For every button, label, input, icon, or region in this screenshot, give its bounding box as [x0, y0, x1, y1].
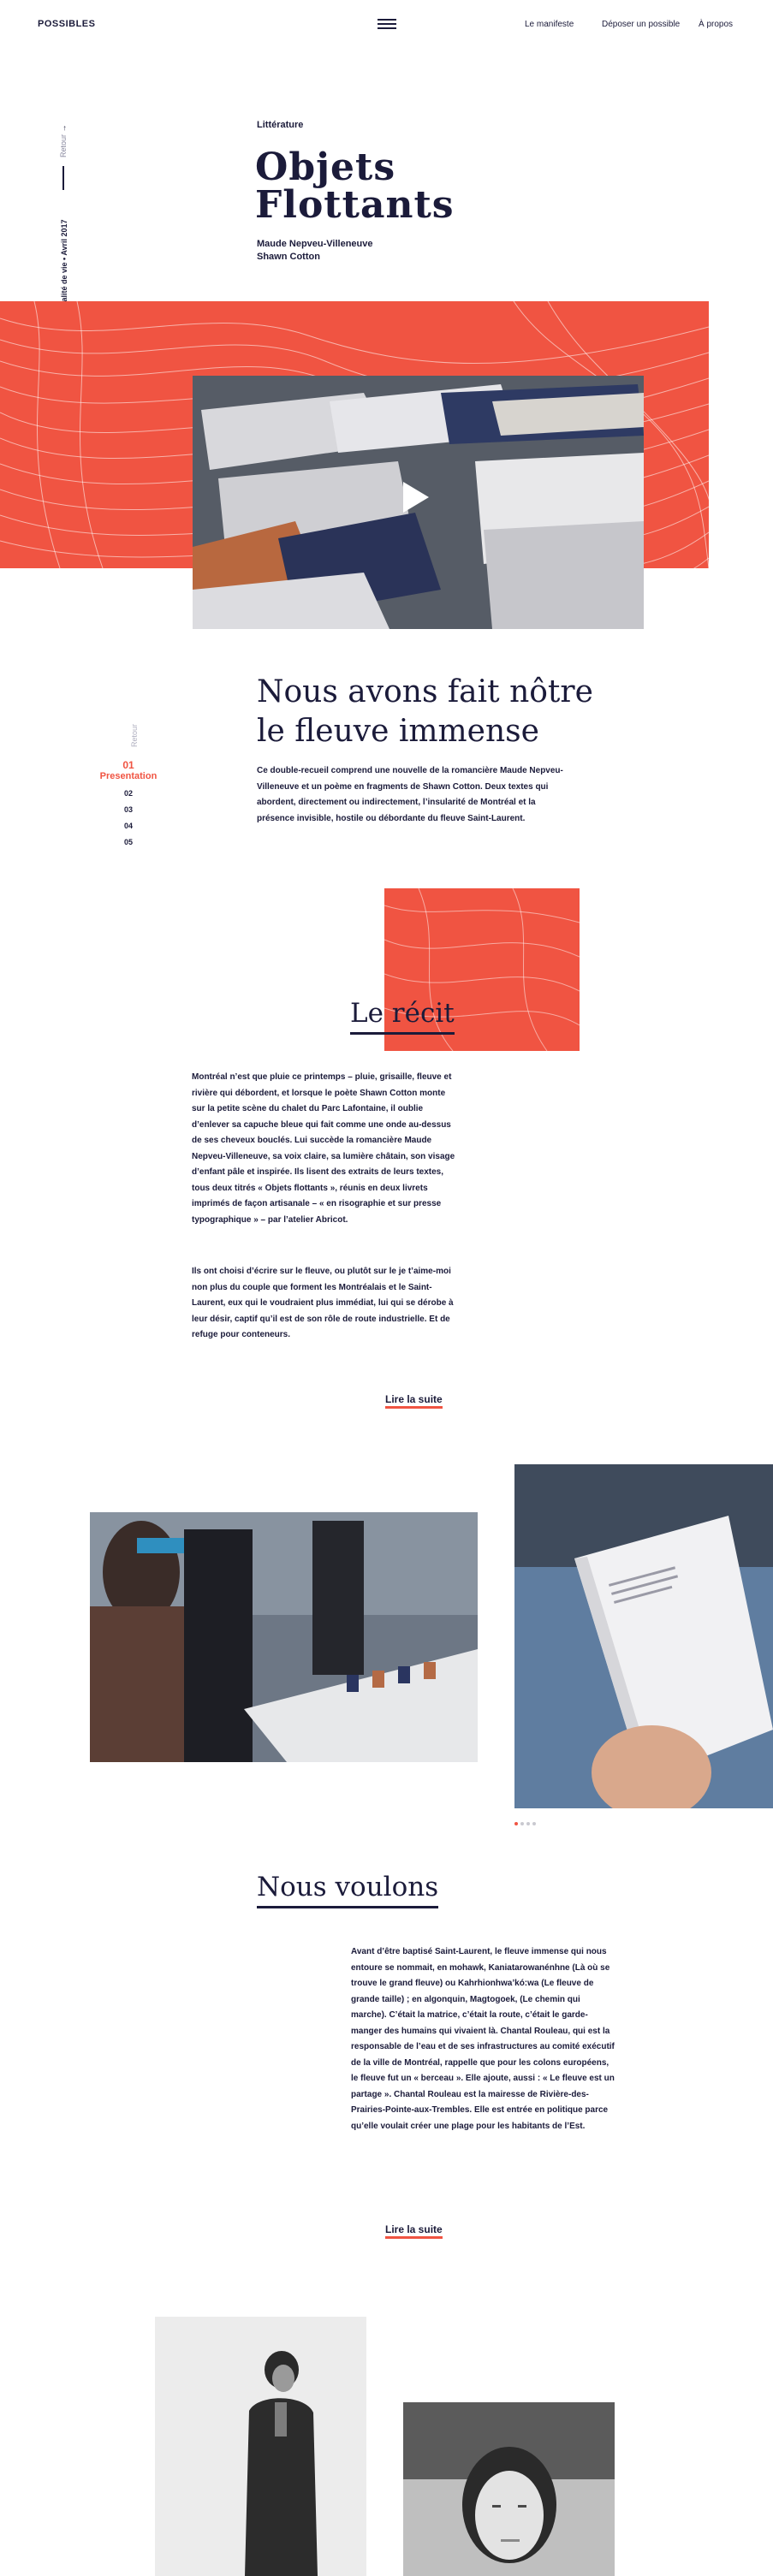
read-more-link[interactable]: Lire la suite	[385, 1393, 443, 1409]
carousel-dot[interactable]	[532, 1822, 536, 1825]
divider-line	[62, 166, 64, 190]
recit-heading: Le récit	[350, 996, 455, 1035]
carousel-dots	[514, 1814, 538, 1830]
hero-video[interactable]	[193, 376, 644, 629]
nav-a-propos[interactable]: À propos	[699, 20, 733, 29]
intro-paragraph: Ce double-recueil comprend une nouvelle …	[257, 766, 563, 823]
section-current-number[interactable]: 01	[86, 759, 171, 771]
back-link[interactable]: Retour →	[59, 124, 68, 157]
authors: Maude Nepveu-Villeneuve Shawn Cotton	[257, 238, 373, 264]
author-portrait	[155, 2317, 366, 2576]
event-photo	[90, 1512, 478, 1762]
section-nav-item[interactable]: 04	[86, 822, 171, 830]
section-nav: Retour 01 Presentation 02 03 04 05	[86, 715, 171, 846]
article-meta: Qualité de vie • Avril 2017	[60, 219, 68, 312]
author-name: Maude Nepveu-Villeneuve	[257, 239, 373, 249]
gallery-photo[interactable]	[514, 1464, 773, 1808]
category-label: Littérature	[257, 120, 304, 130]
portrait-photo	[403, 2402, 615, 2576]
book-photo	[514, 1464, 773, 1808]
intro-heading: Nous avons fait nôtre le fleuve immense	[257, 674, 593, 749]
nav-manifeste[interactable]: Le manifeste	[525, 20, 574, 29]
carousel-dot[interactable]	[514, 1822, 518, 1825]
menu-icon[interactable]	[378, 19, 396, 29]
page-title: Objets Flottants	[255, 145, 455, 227]
recit-paragraph: Ils ont choisi d’écrire sur le fleuve, o…	[192, 1267, 454, 1339]
section-nav-item[interactable]: 02	[86, 789, 171, 798]
carousel-dot[interactable]	[526, 1822, 530, 1825]
section-back-link[interactable]: Retour	[130, 724, 139, 747]
section-current-label[interactable]: Presentation	[86, 771, 171, 781]
author-portrait	[403, 2402, 615, 2576]
logo[interactable]: POSSIBLES	[38, 19, 95, 29]
recit-paragraph: Montréal n’est que pluie ce printemps – …	[192, 1072, 455, 1225]
nav-deposer[interactable]: Déposer un possible	[602, 20, 680, 29]
section-nav-item[interactable]: 03	[86, 805, 171, 814]
read-more-link[interactable]: Lire la suite	[385, 2223, 443, 2239]
section-nav-item[interactable]: 05	[86, 838, 171, 846]
voulons-heading: Nous voulons	[257, 1870, 439, 1908]
gallery-photo[interactable]	[90, 1512, 478, 1762]
play-icon[interactable]	[403, 482, 429, 513]
voulons-paragraph: Avant d’être baptisé Saint-Laurent, le f…	[351, 1947, 615, 2131]
author-name: Shawn Cotton	[257, 252, 320, 262]
carousel-dot[interactable]	[520, 1822, 524, 1825]
portrait-photo	[155, 2317, 366, 2576]
